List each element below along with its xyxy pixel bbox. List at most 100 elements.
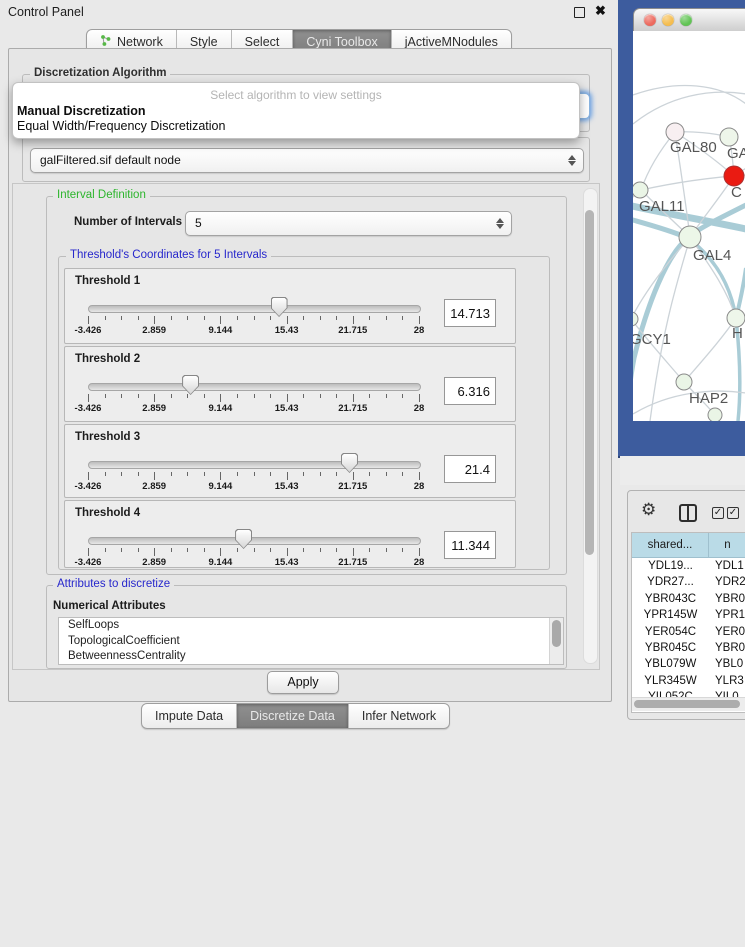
close-traffic-light[interactable] xyxy=(644,14,656,26)
table-row[interactable]: YLR345WYLR3 xyxy=(632,673,745,689)
attribute-item-topologicalcoefficient[interactable]: TopologicalCoefficient xyxy=(59,634,563,650)
apply-button[interactable]: Apply xyxy=(267,671,339,694)
attributes-list-scrollbar[interactable] xyxy=(549,618,563,664)
table-row[interactable]: YBL079WYBL0 xyxy=(632,656,745,672)
table-row[interactable]: YBR045CYBR0 xyxy=(632,640,745,656)
axis-label: 28 xyxy=(414,325,425,336)
threshold-value-field-4[interactable]: 11.344 xyxy=(444,531,496,559)
checkbox-icon[interactable]: ✓ xyxy=(712,507,724,519)
network-node-gal11[interactable] xyxy=(633,182,648,198)
slider-track-3[interactable] xyxy=(88,461,421,469)
slider-track-2[interactable] xyxy=(88,383,421,391)
number-of-intervals-combobox[interactable]: 5 xyxy=(185,211,512,236)
table-row[interactable]: YBR043CYBR0 xyxy=(632,591,745,607)
combo-stepper-icon xyxy=(496,216,505,231)
attribute-item-selfloops[interactable]: SelfLoops xyxy=(59,618,563,634)
network-canvas[interactable]: GAL80GACGAL11GAL4GCY1HHAP2 xyxy=(633,31,745,421)
table-row[interactable]: YER054CYER0 xyxy=(632,624,745,640)
node-label-c: C xyxy=(731,184,742,201)
axis-label: -3.426 xyxy=(75,557,102,568)
threshold-value-field-2[interactable]: 6.316 xyxy=(444,377,496,405)
algorithm-option-equal-width-frequency-discretization[interactable]: Equal Width/Frequency Discretization xyxy=(17,119,225,133)
gear-icon[interactable]: ⚙ xyxy=(641,500,656,520)
network-node-gcy1[interactable] xyxy=(633,312,638,326)
axis-label: 15.43 xyxy=(275,325,299,336)
minimize-traffic-light[interactable] xyxy=(662,14,674,26)
slider-handle-1[interactable] xyxy=(271,297,288,317)
axis-label: 21.715 xyxy=(338,481,367,492)
table-cell: YER054C xyxy=(632,624,709,640)
network-node-ga[interactable] xyxy=(720,128,738,146)
column-header-1[interactable]: shared... xyxy=(632,533,709,557)
axis-label: 9.144 xyxy=(209,481,233,492)
network-node-gal4[interactable] xyxy=(679,226,701,248)
tab-impute-data-label: Impute Data xyxy=(155,709,223,723)
network-node-c[interactable] xyxy=(724,166,744,186)
thresholds-group-title: Threshold's Coordinates for 5 Intervals xyxy=(66,249,271,262)
tab-network-label: Network xyxy=(117,35,163,49)
close-icon[interactable]: ✖ xyxy=(595,3,606,19)
slider-handle-4[interactable] xyxy=(235,529,252,549)
number-of-intervals-value: 5 xyxy=(195,216,202,230)
column-header-2[interactable]: n xyxy=(709,533,745,557)
network-window-titlebar[interactable] xyxy=(633,8,745,33)
axis-label: 9.144 xyxy=(209,403,233,414)
table-horizontal-scrollbar[interactable] xyxy=(632,697,745,711)
slider-ticks xyxy=(88,394,419,403)
control-panel-titlebar: Control Panel ✖ xyxy=(0,0,620,24)
algorithm-option-manual-discretization[interactable]: Manual Discretization xyxy=(17,104,146,118)
tab-style-label: Style xyxy=(190,35,218,49)
axis-label: -3.426 xyxy=(75,403,102,414)
float-window-icon[interactable] xyxy=(574,7,585,18)
numerical-attributes-label: Numerical Attributes xyxy=(53,600,166,612)
tab-infer-network[interactable]: Infer Network xyxy=(349,704,449,728)
number-of-intervals-label: Number of Intervals xyxy=(74,216,182,228)
attributes-list-scrollbar-thumb[interactable] xyxy=(552,620,561,647)
table-data-selected-value: galFiltered.sif default node xyxy=(40,153,181,167)
checkbox-icon[interactable]: ✓ xyxy=(727,507,739,519)
node-label-h: H xyxy=(732,325,743,342)
zoom-traffic-light[interactable] xyxy=(680,14,692,26)
table-horizontal-scrollbar-thumb[interactable] xyxy=(634,700,740,708)
table-row[interactable]: YDR27...YDR2 xyxy=(632,574,745,590)
vertical-scrollbar-thumb[interactable] xyxy=(585,210,594,555)
node-label-gal80: GAL80 xyxy=(670,139,717,156)
threshold-label-1: Threshold 1 xyxy=(75,275,140,287)
table-data-combobox[interactable]: galFiltered.sif default node xyxy=(30,148,584,173)
node-label-ga: GA xyxy=(727,145,745,162)
tab-discretize-data[interactable]: Discretize Data xyxy=(237,704,349,728)
table-cell: YBL079W xyxy=(632,656,709,672)
node-label-gal4: GAL4 xyxy=(693,247,731,264)
table-cell: YDR27... xyxy=(632,574,709,590)
table-cell: YDL19... xyxy=(632,558,709,574)
table-row[interactable]: YDL19...YDL1 xyxy=(632,558,745,574)
slider-ticks xyxy=(88,472,419,481)
slider-track-1[interactable] xyxy=(88,305,421,313)
node-table[interactable]: shared...n YDL19...YDL1YDR27...YDR2YBR04… xyxy=(631,532,745,713)
table-cell: YDR2 xyxy=(709,574,745,590)
tab-impute-data[interactable]: Impute Data xyxy=(142,704,237,728)
slider-axis-labels: -3.4262.8599.14415.4321.71528 xyxy=(88,557,419,569)
slider-ticks xyxy=(88,316,419,325)
network-node[interactable] xyxy=(708,408,722,421)
tab-infer-network-label: Infer Network xyxy=(362,709,436,723)
slider-handle-3[interactable] xyxy=(341,453,358,473)
slider-axis-labels: -3.4262.8599.14415.4321.71528 xyxy=(88,481,419,493)
node-label-hap2: HAP2 xyxy=(689,390,728,407)
interval-definition-title: Interval Definition xyxy=(53,189,150,202)
threshold-value-field-1[interactable]: 14.713 xyxy=(444,299,496,327)
threshold-value-field-3[interactable]: 21.4 xyxy=(444,455,496,483)
tab-jactivemnodules-label: jActiveMNodules xyxy=(405,35,498,49)
attribute-item-betweennesscentrality[interactable]: BetweennessCentrality xyxy=(59,649,563,665)
axis-label: 2.859 xyxy=(142,557,166,568)
numerical-attributes-list[interactable]: SelfLoopsTopologicalCoefficientBetweenne… xyxy=(58,617,564,665)
slider-handle-2[interactable] xyxy=(182,375,199,395)
slider-axis-labels: -3.4262.8599.14415.4321.71528 xyxy=(88,403,419,415)
table-cell: YLR345W xyxy=(632,673,709,689)
slider-track-4[interactable] xyxy=(88,537,421,545)
network-node-hap2[interactable] xyxy=(676,374,692,390)
combo-stepper-icon xyxy=(568,153,577,168)
table-row[interactable]: YPR145WYPR1 xyxy=(632,607,745,623)
attributes-group-title: Attributes to discretize xyxy=(53,578,174,591)
columns-icon[interactable] xyxy=(679,504,697,522)
